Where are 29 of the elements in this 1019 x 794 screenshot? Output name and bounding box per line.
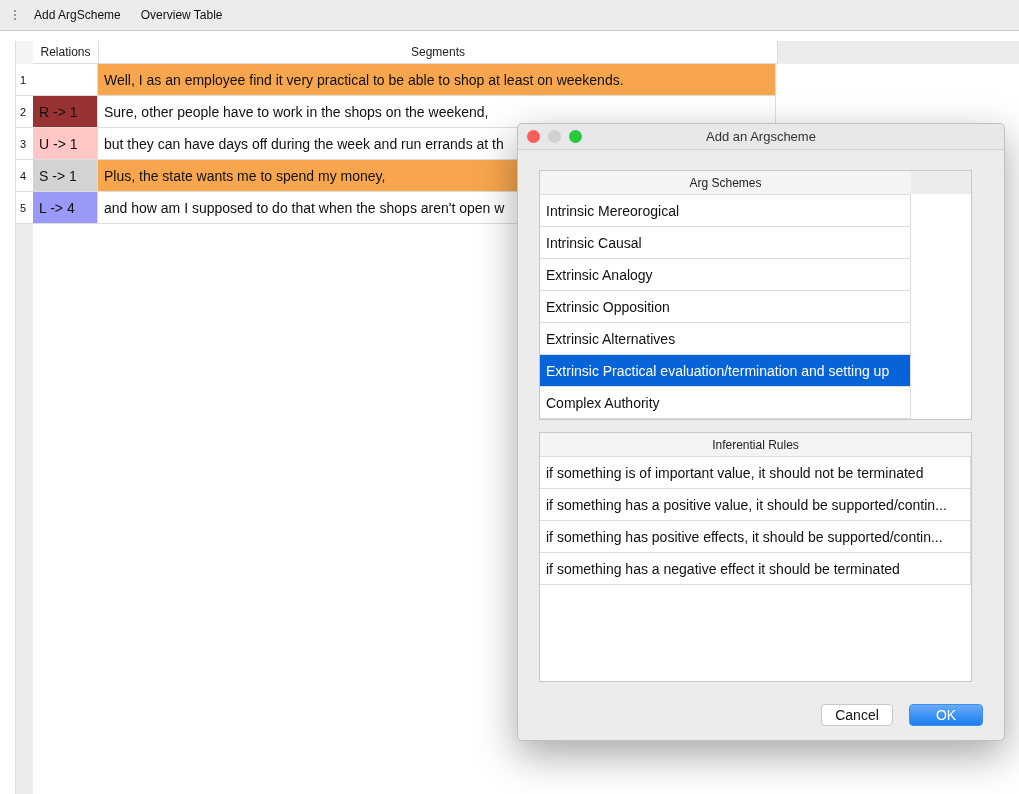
segment-cell: Well, I as an employee find it very practical to be able to shop at least on weekends. bbox=[98, 64, 776, 96]
close-button[interactable] bbox=[527, 130, 540, 143]
rule-item[interactable]: if something has a positive value, it should be supported/contin... bbox=[540, 489, 971, 521]
scheme-item[interactable]: Extrinsic Alternatives bbox=[540, 323, 911, 355]
scheme-item[interactable]: Intrinsic Causal bbox=[540, 227, 911, 259]
relation-cell: U -> 1 bbox=[33, 128, 98, 160]
scheme-item[interactable]: Extrinsic Opposition bbox=[540, 291, 911, 323]
relation-cell: R -> 1 bbox=[33, 96, 98, 128]
relation-cell: L -> 4 bbox=[33, 192, 98, 224]
toolbar-button[interactable]: Add ArgScheme bbox=[24, 5, 131, 25]
rule-item[interactable]: if something has a negative effect it should be terminated bbox=[540, 553, 971, 585]
header-filler bbox=[911, 171, 971, 194]
rule-item[interactable]: if something is of important value, it should not be terminated bbox=[540, 457, 971, 489]
scheme-item[interactable]: Extrinsic Analogy bbox=[540, 259, 911, 291]
scheme-item[interactable]: Extrinsic Practical evaluation/termination and setting up bbox=[540, 355, 911, 387]
list-header[interactable]: Arg Schemes bbox=[540, 171, 911, 195]
toolbar-grip-icon bbox=[14, 10, 18, 20]
cancel-button[interactable]: Cancel bbox=[821, 704, 893, 726]
column-header[interactable]: Relations bbox=[33, 41, 99, 64]
column-header[interactable]: Segments bbox=[99, 41, 778, 64]
segment-cell: Sure, other people have to work in the shops on the weekend, bbox=[98, 96, 776, 128]
toolbar-button[interactable]: Overview Table bbox=[130, 5, 233, 25]
scheme-item[interactable]: Intrinsic Mereorogical bbox=[540, 195, 911, 227]
relation-cell: S -> 1 bbox=[33, 160, 98, 192]
rule-item[interactable]: if something has positive effects, it should be supported/contin... bbox=[540, 521, 971, 553]
minimize-button[interactable] bbox=[548, 130, 561, 143]
list-header[interactable]: Inferential Rules bbox=[540, 433, 971, 457]
zoom-button[interactable] bbox=[569, 130, 582, 143]
scheme-item[interactable]: Complex Authority bbox=[540, 387, 911, 419]
